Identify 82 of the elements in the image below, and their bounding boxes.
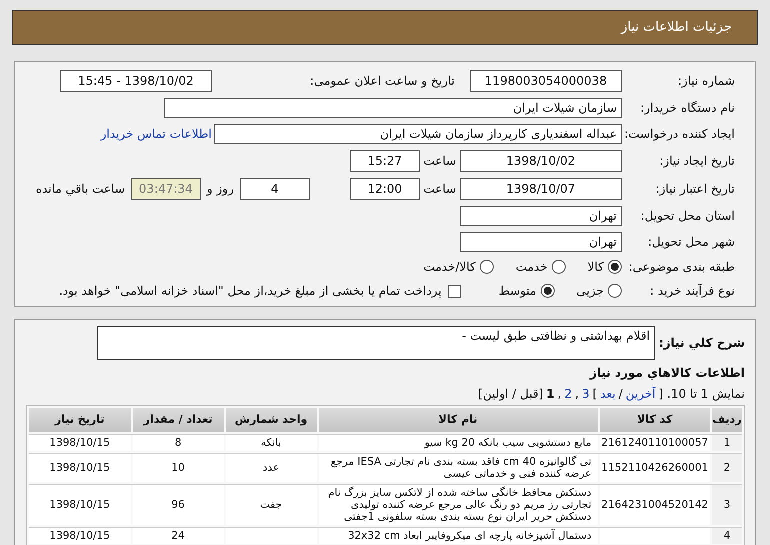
radio-button[interactable] [552,260,566,274]
current-page: 1 [546,386,555,403]
table-cell: دستمال آشپزخانه پارچه ای میکروفایبر ابعاد 32x32 cm [318,528,598,544]
field-label: تاریخ و ساعت اعلان عمومی: [309,73,455,90]
field-label: نام دستگاه خریدار: [640,100,735,117]
radio-option[interactable]: جزیی [576,282,622,300]
valid-date-field: 1398/10/07 [460,178,622,200]
pagination-text: [قبل / اولین] [478,386,544,403]
field-label: ساعت [422,181,458,198]
created-date-field: 1398/10/02 [460,150,622,172]
table-cell: 3 [712,485,742,525]
field-label: نوع فرآیند خرید : [649,283,735,300]
field-label: روز و [206,181,235,198]
announce-date-field: 1398/10/02 - 15:45 [60,70,212,92]
field-label: ساعت [422,153,458,170]
table-cell: 2161240110100057 [600,435,710,451]
pagination-link[interactable]: بعد [600,385,616,403]
radio-option[interactable]: کالا [588,258,622,276]
column-header: واحد شمارش [226,408,317,432]
table-cell: 4 [712,528,742,544]
table-cell: 96 [132,485,224,525]
pagination-link[interactable]: 3 [582,385,590,403]
column-header: ردیف [712,408,742,432]
field-label: ساعت باقي مانده [36,181,126,198]
field-label: تاریخ ایجاد نیاز: [658,153,735,170]
radio-option[interactable]: متوسط [498,282,555,300]
table-cell: 10 [132,454,224,482]
pagination-text: , [558,386,562,403]
creator-field: عبداله اسفندیاری کارپرداز سازمان شیلات ایران [214,124,622,144]
table-cell: 1398/10/15 [28,485,131,525]
table-cell: دستکش محافظ خانگی ساخته شده از لاتکس سایز بزرگ نام تجارتی رز مریم دو رنگ عالی مرجع عرضه کننده تولیدی دستکش حریر ایران نوع بسته بندی بسته سلفونی 1جفتی [318,485,598,525]
valid-time-field: 12:00 [350,178,420,200]
table-cell: 1152110426260001 [600,454,710,482]
buyer-field: سازمان شیلات ایران [164,98,622,118]
table-cell: 1398/10/15 [28,528,131,544]
table-cell: 8 [132,435,224,451]
goods-title: اطلاعات کالاهاي مورد نياز [588,365,745,382]
column-header: تاریخ نیاز [29,408,131,432]
pagination-text: , [575,386,580,403]
field-label: تاریخ اعتبار نیاز: [654,181,735,198]
pagination-link[interactable]: آخرین [626,385,656,403]
column-header: کد کالا [600,408,710,432]
field-label: شهر محل تحویل: [647,234,735,251]
table-cell: مایع دستشویی سیب بانکه 20 kg سیو [318,435,598,451]
table-cell: عدد [226,454,317,482]
field-label: شماره نیاز: [677,73,735,90]
table-cell: تی گالوانیزه 40 cm فاقد بسته بندی نام تجارتی IESA مرجع عرضه کننده فنی و خدماتی عیسی [318,454,598,482]
radio-button[interactable] [480,260,494,274]
city-field: تهران [460,232,622,252]
column-header: نام کالا [318,408,598,432]
pagination-text: / [618,386,623,403]
need-number-field: 1198003054000038 [470,70,622,92]
buyer-contact-link[interactable]: اطلاعات تماس خریدار [100,125,212,143]
remaining-time-field: 03:47:34 [131,178,201,200]
pagination-text: نمایش 1 تا 10. [ [658,386,745,403]
radio-button[interactable] [608,260,622,274]
radio-button[interactable] [608,284,622,298]
description-field: اقلام بهداشتی و نظافتی طبق لیست - [97,326,656,360]
table-cell: 1398/10/15 [28,435,131,451]
page-title: جزئیات اطلاعات نیاز [621,18,732,37]
radio-option[interactable]: خدمت [516,258,566,276]
field-label: استان محل تحویل: [640,208,735,225]
table-cell: 24 [132,528,224,544]
field-label: طبقه بندی موضوعی: [628,259,735,276]
pagination-text: ] [592,386,598,403]
checkbox[interactable] [448,284,461,298]
radio-option[interactable]: کالا/خدمت [424,258,494,276]
field-label: ایجاد کننده درخواست: [623,127,735,141]
province-field: تهران [460,206,622,226]
table-cell: 2164231004520142 [600,485,710,525]
created-time-field: 15:27 [350,150,420,172]
table-cell: 1398/10/15 [28,454,131,482]
treasury-note: پرداخت تمام یا بخشی از مبلغ خرید،از محل "اسناد خزانه اسلامی" خواهد بود. [59,283,442,300]
description-label: شرح کلي نياز: [659,335,745,352]
column-header: تعداد / مقدار [132,408,224,432]
pagination-link[interactable]: 2 [564,385,572,403]
table-cell: 1 [712,435,742,451]
table-cell: جفت [226,485,317,525]
days-field: 4 [240,178,310,200]
radio-button[interactable] [540,284,555,298]
table-cell: 2 [712,454,742,482]
table-cell: بانکه [226,435,317,451]
